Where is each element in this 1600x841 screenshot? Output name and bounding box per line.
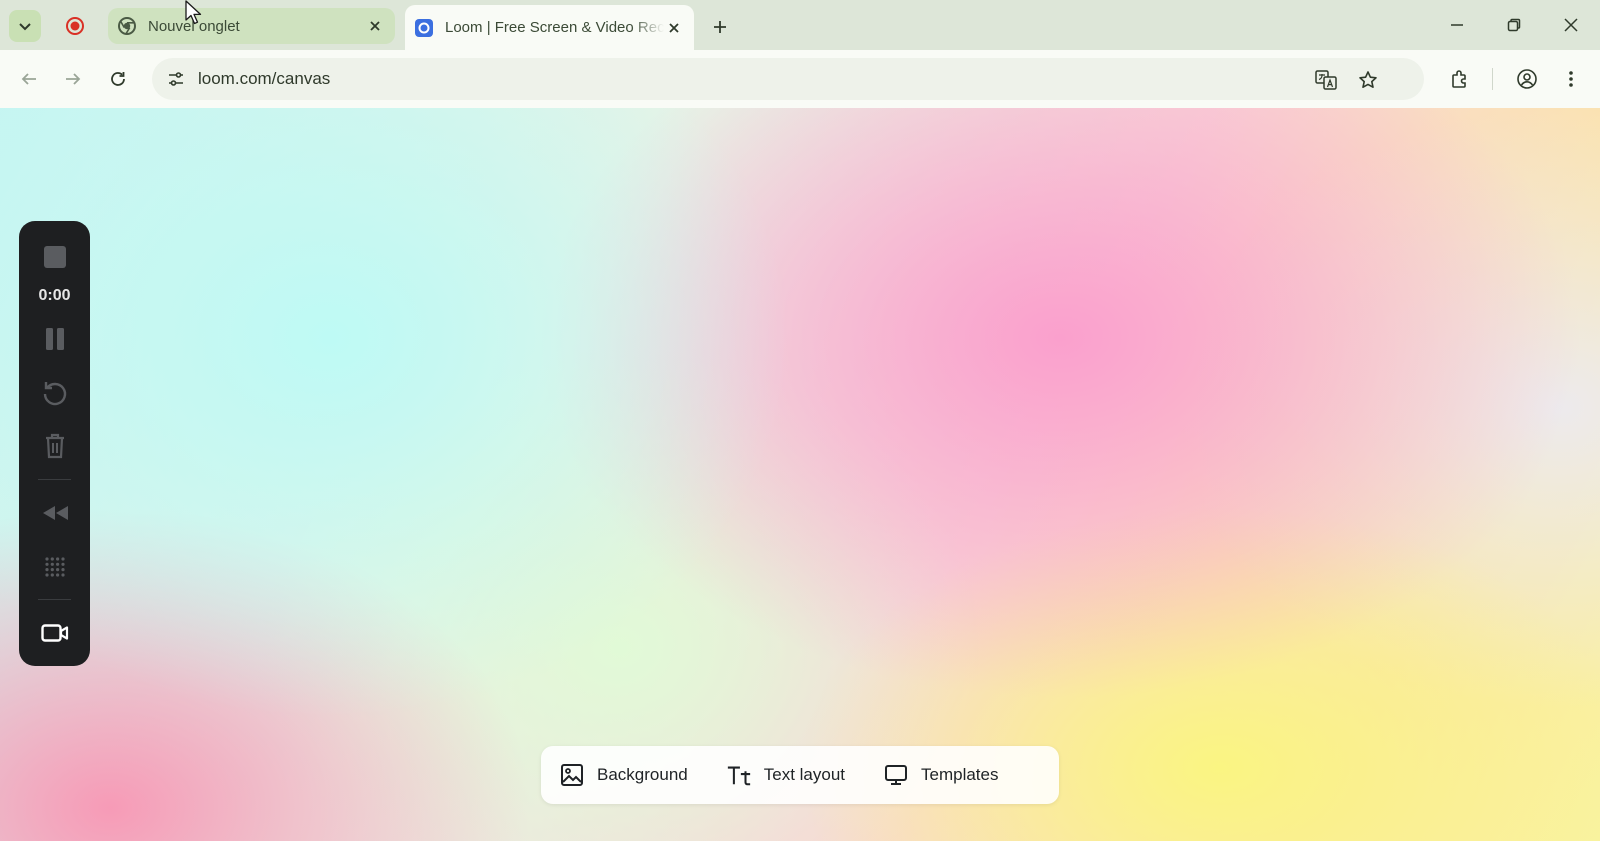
loom-canvas: 0:00 Background Text layout Templates <box>0 108 1600 841</box>
stop-button[interactable] <box>19 241 90 273</box>
tab-search-button[interactable] <box>9 10 41 42</box>
image-icon <box>559 762 585 788</box>
panel-divider <box>38 599 71 600</box>
templates-button[interactable]: Templates <box>883 762 998 788</box>
site-info-icon[interactable] <box>162 65 190 93</box>
restart-icon <box>43 382 66 406</box>
translate-icon[interactable] <box>1312 66 1340 94</box>
dot-grid-icon <box>44 557 65 577</box>
minimize-icon <box>1451 24 1463 26</box>
profile-icon[interactable] <box>1511 63 1543 95</box>
delete-button[interactable] <box>19 430 90 462</box>
tab-title: Nouvel onglet <box>148 17 240 35</box>
url-text: loom.com/canvas <box>198 69 331 88</box>
tab-strip: Nouvel onglet Loom | Free Screen & Video… <box>0 0 1600 50</box>
panel-divider <box>38 479 71 480</box>
mouse-cursor-icon <box>184 0 204 26</box>
minimize-button[interactable] <box>1440 10 1474 40</box>
background-button[interactable]: Background <box>559 762 688 788</box>
tab-loom[interactable]: Loom | Free Screen & Video Recording Sof… <box>405 5 694 50</box>
toolbar-separator <box>1492 68 1493 90</box>
text-layout-label: Text layout <box>763 765 845 784</box>
menu-kebab-icon[interactable] <box>1555 63 1587 95</box>
arrow-left-icon <box>21 73 36 85</box>
new-tab-button[interactable] <box>706 13 734 41</box>
restore-icon <box>1507 18 1521 32</box>
restore-button[interactable] <box>1497 10 1531 40</box>
background-label: Background <box>597 765 688 784</box>
close-tab-icon[interactable] <box>664 18 684 38</box>
tab-new-tab[interactable]: Nouvel onglet <box>108 8 395 44</box>
recording-controls-panel: 0:00 <box>19 221 90 666</box>
pause-button[interactable] <box>19 323 90 355</box>
grid-button[interactable] <box>19 551 90 583</box>
chrome-icon <box>118 17 136 35</box>
forward-button[interactable] <box>57 63 89 95</box>
text-layout-button[interactable]: Text layout <box>726 762 845 788</box>
reload-icon <box>111 72 125 86</box>
restart-button[interactable] <box>19 377 90 409</box>
bookmark-star-icon[interactable] <box>1354 66 1382 94</box>
arrow-right-icon <box>66 73 81 85</box>
text-size-icon <box>726 762 752 788</box>
extensions-icon[interactable] <box>1444 63 1476 95</box>
close-icon <box>1564 18 1578 32</box>
rewind-icon <box>42 506 68 520</box>
recording-indicator-icon <box>64 15 86 37</box>
reload-button[interactable] <box>102 63 134 95</box>
rewind-button[interactable] <box>19 497 90 529</box>
address-bar[interactable]: loom.com/canvas <box>152 58 1424 100</box>
stop-icon <box>43 246 66 268</box>
monitor-icon <box>883 762 909 788</box>
pause-icon <box>45 328 64 350</box>
close-window-button[interactable] <box>1554 10 1588 40</box>
templates-label: Templates <box>921 765 999 784</box>
close-tab-icon[interactable] <box>365 16 385 36</box>
back-button[interactable] <box>13 63 45 95</box>
trash-icon <box>45 433 64 459</box>
loom-icon <box>415 18 433 37</box>
plus-icon <box>714 21 726 33</box>
recording-timer: 0:00 <box>38 287 71 304</box>
camera-button[interactable] <box>19 617 90 649</box>
tab-title: Loom | Free Screen & Video Recording Sof… <box>445 19 664 36</box>
video-camera-icon <box>40 624 68 642</box>
browser-toolbar: loom.com/canvas <box>0 50 1600 108</box>
canvas-options-bar: Background Text layout Templates <box>541 746 1059 804</box>
chevron-down-icon <box>19 23 31 31</box>
